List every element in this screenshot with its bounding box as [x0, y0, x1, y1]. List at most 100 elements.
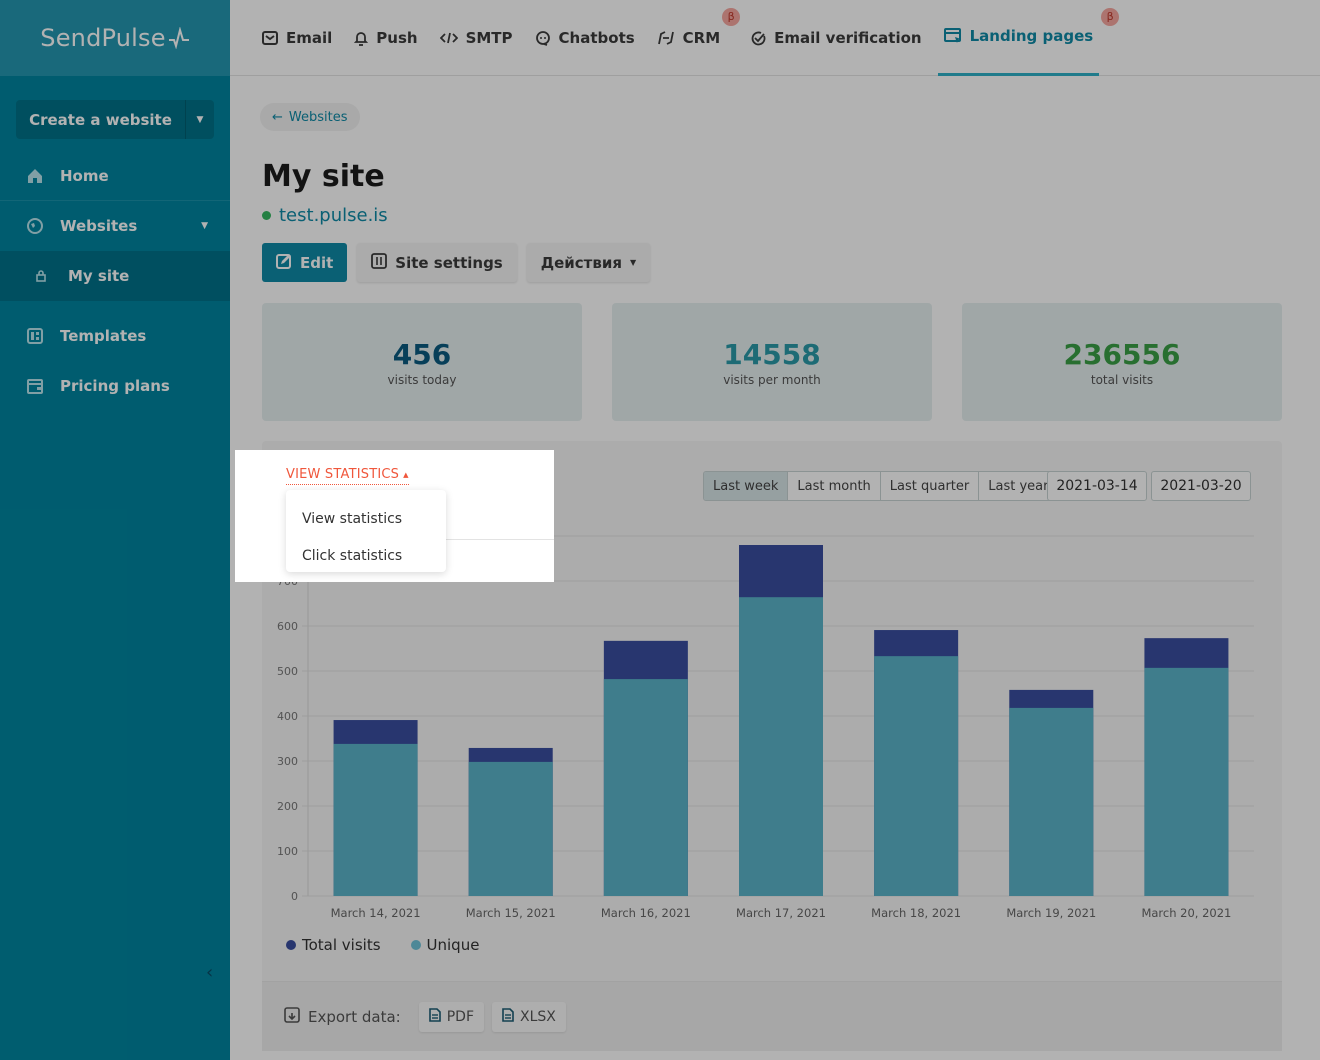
tab-email-verification[interactable]: Email verification: [750, 0, 922, 76]
create-website-dropdown-toggle[interactable]: ▼: [186, 100, 214, 139]
stat-card-visits-per-month: 14558 visits per month: [612, 303, 932, 421]
beta-badge: β: [1101, 7, 1120, 26]
file-icon: [502, 1007, 514, 1026]
logo-bar: SendPulse: [0, 0, 230, 76]
bar-unique: [333, 743, 418, 896]
sliders-icon: [371, 252, 388, 273]
dropdown-item-view-statistics[interactable]: View statistics: [286, 500, 446, 537]
stats-row: 456 visits today 14558 visits per month …: [262, 303, 1282, 421]
site-url[interactable]: test.pulse.is: [262, 205, 388, 226]
dropdown-item-click-statistics[interactable]: Click statistics: [286, 537, 446, 574]
legend-item-total-visits[interactable]: Total visits: [286, 936, 381, 954]
caret-up-icon: ▲: [403, 470, 409, 479]
x-tick-label: March 20, 2021: [1141, 906, 1231, 920]
stat-label: total visits: [1090, 372, 1154, 387]
x-tick-label: March 19, 2021: [1006, 906, 1096, 920]
legend-label: Unique: [426, 936, 480, 954]
y-tick-label: 600: [277, 620, 298, 633]
tab-chatbots[interactable]: Chatbots: [535, 0, 635, 76]
sidebar-item-label: My site: [68, 267, 130, 285]
tab-push[interactable]: Push: [354, 0, 418, 76]
stat-card-visits-today: 456 visits today: [262, 303, 582, 421]
envelope-icon: [262, 30, 278, 45]
chart-gridline: [445, 539, 554, 540]
visits-chart: 0100200300400500600700800March 14, 2021M…: [277, 530, 1254, 920]
legend-dot-icon: [286, 940, 296, 950]
tab-email[interactable]: Email: [262, 0, 332, 76]
stat-value: 14558: [723, 337, 821, 371]
sidebar-item-pricing-plans[interactable]: Pricing plans: [0, 361, 230, 411]
breadcrumb-websites[interactable]: ← Websites: [260, 103, 360, 131]
date-to-input[interactable]: 2021-03-20: [1151, 471, 1251, 501]
bell-icon: [354, 30, 369, 46]
lock-icon: [32, 267, 50, 285]
y-tick-label: 300: [277, 755, 298, 768]
legend-label: Total visits: [302, 936, 381, 954]
status-online-icon: [262, 211, 271, 220]
collapse-sidebar-icon[interactable]: ‹: [206, 962, 213, 983]
logo[interactable]: SendPulse: [40, 24, 189, 52]
breadcrumb-label: Websites: [288, 109, 348, 125]
tab-label: SMTP: [465, 28, 513, 47]
tab-label: Push: [376, 28, 418, 47]
actions-dropdown-button[interactable]: Действия ▼: [526, 243, 651, 282]
create-website-button[interactable]: Create a website: [16, 100, 186, 139]
tab-label: Email verification: [774, 28, 922, 47]
export-xlsx-button[interactable]: XLSX: [492, 1001, 566, 1032]
caret-down-icon: ▼: [201, 221, 208, 231]
site-settings-button[interactable]: Site settings: [357, 243, 517, 282]
bar-unique: [468, 761, 553, 896]
legend-item-unique[interactable]: Unique: [410, 936, 480, 954]
download-icon: [284, 1006, 300, 1027]
sidebar-item-home[interactable]: Home: [0, 151, 230, 201]
range-last-month[interactable]: Last month: [788, 472, 881, 500]
export-label: Export data:: [308, 1007, 401, 1026]
stat-label: visits per month: [723, 372, 821, 387]
tab-landing-pages[interactable]: Landing pages β: [937, 0, 1120, 76]
page-title: My site: [262, 159, 385, 194]
statistics-type-dropdown: View statistics Click statistics: [286, 490, 446, 572]
range-last-year[interactable]: Last year: [979, 472, 1058, 500]
export-pdf-label: PDF: [446, 1008, 474, 1025]
x-tick-label: March 16, 2021: [601, 906, 691, 920]
date-from-input[interactable]: 2021-03-14: [1047, 471, 1147, 501]
sidebar-item-websites[interactable]: Websites ▼: [0, 201, 230, 251]
logo-text: SendPulse: [40, 24, 166, 52]
export-xlsx-label: XLSX: [520, 1008, 556, 1025]
pulse-icon: [168, 27, 189, 49]
sidebar-item-label: Pricing plans: [60, 377, 170, 395]
crm-icon: [657, 30, 675, 46]
tab-label: Chatbots: [558, 28, 635, 47]
top-nav: Email Push SMTP Chatbots CRM β Email ver…: [230, 0, 1320, 76]
x-tick-label: March 14, 2021: [331, 906, 421, 920]
globe-icon: [26, 217, 44, 235]
spotlight-highlight: VIEW STATISTICS ▲ View statistics Click …: [235, 450, 554, 582]
site-actions: Edit Site settings Действия ▼: [262, 243, 651, 282]
edit-icon: [276, 253, 292, 273]
y-tick-label: 400: [277, 710, 298, 723]
sidebar-item-label: Websites: [60, 217, 138, 235]
edit-button[interactable]: Edit: [262, 243, 348, 282]
tab-crm[interactable]: CRM β: [657, 0, 741, 76]
sidebar-nav: Home Websites ▼ My site Templates Pricin…: [0, 151, 230, 411]
tab-smtp[interactable]: SMTP: [439, 0, 513, 76]
stat-value: 236556: [1063, 337, 1181, 371]
x-tick-label: March 17, 2021: [736, 906, 826, 920]
statistics-type-label: VIEW STATISTICS: [286, 467, 400, 482]
sidebar-item-templates[interactable]: Templates: [0, 311, 230, 361]
x-tick-label: March 18, 2021: [871, 906, 961, 920]
y-tick-label: 0: [291, 890, 298, 903]
sidebar-item-my-site[interactable]: My site: [0, 251, 230, 301]
sidebar: SendPulse Create a website ▼ Home Websit…: [0, 0, 230, 1060]
range-last-quarter[interactable]: Last quarter: [880, 472, 980, 500]
templates-icon: [26, 327, 44, 345]
statistics-type-toggle[interactable]: VIEW STATISTICS ▲: [286, 467, 409, 485]
create-website-group: Create a website ▼: [16, 100, 214, 139]
export-pdf-button[interactable]: PDF: [418, 1001, 484, 1032]
site-url-link[interactable]: test.pulse.is: [279, 205, 388, 226]
tab-label: CRM: [682, 28, 721, 47]
x-tick-label: March 15, 2021: [466, 906, 556, 920]
site-settings-label: Site settings: [395, 253, 503, 272]
range-last-week[interactable]: Last week: [704, 472, 789, 500]
bar-unique: [1144, 667, 1229, 896]
